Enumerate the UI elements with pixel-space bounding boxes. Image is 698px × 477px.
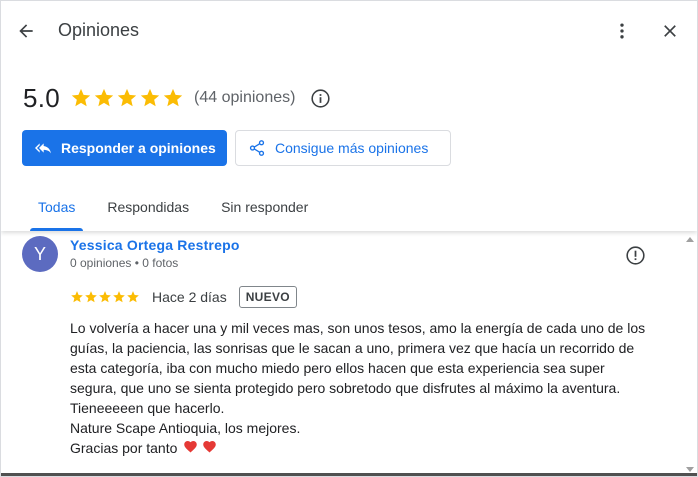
- close-icon: [664, 25, 676, 37]
- review-text-line: segura, que uno se sienta protegido pero…: [70, 380, 621, 396]
- info-icon: [311, 88, 330, 108]
- star-icon: [117, 88, 137, 107]
- scroll-down-arrow[interactable]: [686, 467, 694, 472]
- review-text-last-line: Gracias por tanto: [70, 438, 670, 458]
- star-icon: [94, 88, 114, 107]
- reply-all-icon: [35, 143, 51, 154]
- scroll-up-arrow[interactable]: [686, 237, 694, 242]
- star-icon: [99, 291, 111, 303]
- review-rating-line: Hace 2 días NUEVO: [70, 286, 297, 308]
- reviews-panel: Opiniones 5.0 (44 opiniones) Responder a…: [0, 0, 698, 477]
- heart-icon: [203, 441, 217, 453]
- star-icon: [71, 291, 83, 303]
- star-icon: [71, 88, 91, 107]
- average-rating: 5.0: [23, 82, 61, 113]
- get-more-reviews-label: Consigue más opiniones: [275, 140, 429, 156]
- rating-summary: 5.0 (44 opiniones): [23, 83, 331, 113]
- review-text-line: guías, la paciencia, las sonrisas que le…: [70, 340, 635, 356]
- review-tabs: Todas Respondidas Sin responder: [22, 187, 324, 231]
- tab-unanswered[interactable]: Sin responder: [205, 187, 324, 231]
- star-icon: [140, 88, 160, 107]
- reviews-header: Opiniones 5.0 (44 opiniones) Responder a…: [1, 1, 697, 231]
- info-button[interactable]: [309, 87, 331, 109]
- bottom-edge: [1, 473, 697, 476]
- rating-stars: [70, 87, 184, 109]
- review-text-line: Tieneeeeen que hacerlo.: [70, 400, 225, 416]
- reply-reviews-button[interactable]: Responder a opiniones: [22, 130, 227, 166]
- reply-reviews-label: Responder a opiniones: [61, 140, 216, 156]
- report-button[interactable]: [624, 244, 646, 266]
- review-author[interactable]: Yessica Ortega Restrepo: [70, 237, 240, 253]
- report-icon: [625, 245, 645, 265]
- review-item: Y Yessica Ortega Restrepo 0 opiniones • …: [1, 231, 697, 476]
- review-text-line: Nature Scape Antioquia, los mejores.: [70, 420, 301, 436]
- author-meta: 0 opiniones • 0 fotos: [70, 256, 179, 270]
- star-icon: [113, 291, 125, 303]
- page-title: Opiniones: [58, 20, 140, 40]
- heart-icon: [184, 441, 198, 453]
- more-vert-icon: [620, 23, 624, 39]
- review-text: Lo volvería a hacer una y mil veces mas,…: [70, 318, 670, 458]
- share-icon: [249, 140, 265, 156]
- tab-answered[interactable]: Respondidas: [91, 187, 205, 231]
- review-time: Hace 2 días: [152, 289, 227, 305]
- arrow-back-icon: [19, 24, 33, 38]
- hearts: [183, 438, 217, 458]
- more-options-button[interactable]: [609, 18, 635, 44]
- avatar[interactable]: Y: [22, 236, 58, 272]
- star-icon: [127, 291, 139, 303]
- back-button[interactable]: [13, 18, 39, 44]
- star-icon: [163, 88, 183, 107]
- get-more-reviews-button[interactable]: Consigue más opiniones: [235, 130, 451, 166]
- review-stars: [70, 290, 140, 304]
- review-text-line: esta categoría, iba con mucho miedo pero…: [70, 360, 605, 376]
- close-button[interactable]: [657, 18, 683, 44]
- review-text-line: Gracias por tanto: [70, 440, 178, 456]
- new-badge: NUEVO: [238, 286, 297, 308]
- review-text-line: Lo volvería a hacer una y mil veces mas,…: [70, 320, 646, 336]
- tab-all[interactable]: Todas: [22, 187, 91, 231]
- star-icon: [85, 291, 97, 303]
- reviews-count: (44 opiniones): [194, 89, 296, 106]
- action-buttons: Responder a opiniones Consigue más opini…: [22, 130, 451, 166]
